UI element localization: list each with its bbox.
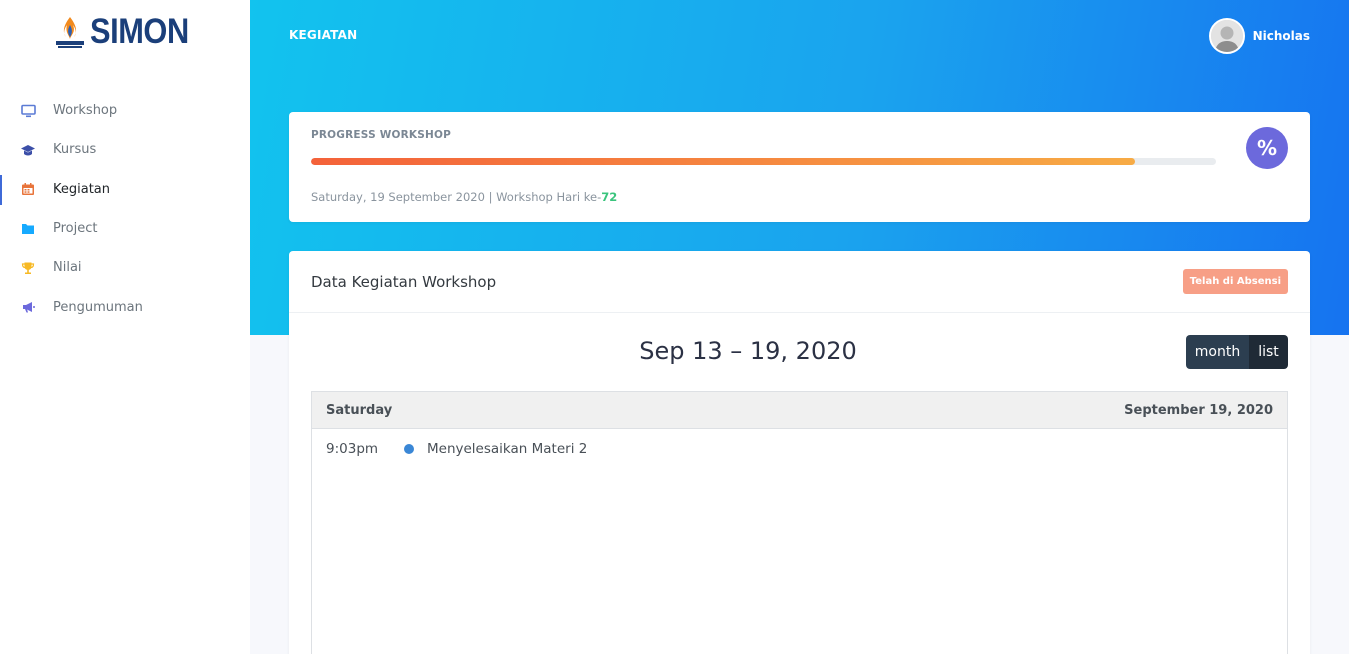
sidebar-item-pengumuman[interactable]: Pengumuman <box>0 287 250 326</box>
page-title: KEGIATAN <box>289 28 358 42</box>
sidebar-item-label: Pengumuman <box>53 299 143 315</box>
card-header: Data Kegiatan Workshop Telah di Absensi <box>289 251 1310 313</box>
list-day-name[interactable]: Saturday <box>326 403 392 418</box>
progress-bar-fill <box>311 158 1135 165</box>
progress-date-text: Saturday, 19 September 2020 | Workshop H… <box>311 190 617 204</box>
event-dot-icon <box>404 444 414 454</box>
calendar-list: Saturday September 19, 2020 9:03pm Menye… <box>311 391 1288 654</box>
sidebar-item-label: Workshop <box>53 103 118 119</box>
percent-icon: % <box>1246 127 1288 169</box>
sidebar-item-label: Nilai <box>53 260 82 276</box>
list-day-date[interactable]: September 19, 2020 <box>1124 403 1273 418</box>
user-menu[interactable]: Nicholas <box>1208 18 1310 54</box>
month-view-button[interactable]: month <box>1186 335 1249 369</box>
sidebar-item-workshop[interactable]: Workshop <box>0 91 250 130</box>
trophy-icon <box>20 260 36 276</box>
progress-date-label: Saturday, 19 September 2020 | Workshop H… <box>311 190 602 204</box>
calendar-range-title: Sep 13 – 19, 2020 <box>639 337 857 365</box>
list-view-button[interactable]: list <box>1249 335 1288 369</box>
logo[interactable]: SIMON <box>52 12 202 52</box>
sidebar-item-label: Project <box>53 221 98 237</box>
card-title: Data Kegiatan Workshop <box>311 273 497 291</box>
brand-name: SIMON <box>90 12 189 51</box>
sidebar-nav: Workshop Kursus Kegiatan Project Nilai P… <box>0 91 250 327</box>
status-badge: Telah di Absensi <box>1182 269 1288 294</box>
calendar-icon <box>20 181 36 197</box>
graduation-cap-icon <box>20 142 36 158</box>
sidebar-item-nilai[interactable]: Nilai <box>0 248 250 287</box>
sidebar: SIMON Workshop Kursus Kegiatan Project N… <box>0 0 250 654</box>
sidebar-item-kursus[interactable]: Kursus <box>0 130 250 169</box>
list-day-header: Saturday September 19, 2020 <box>312 392 1287 429</box>
sidebar-item-label: Kursus <box>53 142 97 158</box>
monitor-icon <box>20 103 36 119</box>
folder-icon <box>20 221 36 237</box>
list-item[interactable]: 9:03pm Menyelesaikan Materi 2 <box>312 429 1287 469</box>
progress-card: PROGRESS WORKSHOP Saturday, 19 September… <box>289 112 1310 222</box>
event-time: 9:03pm <box>326 441 379 457</box>
megaphone-icon <box>20 299 36 315</box>
flame-logo-icon <box>52 13 88 51</box>
workshop-day-number: 72 <box>601 190 618 204</box>
calendar-card: Data Kegiatan Workshop Telah di Absensi … <box>289 251 1310 654</box>
user-name[interactable]: Nicholas <box>1253 29 1310 43</box>
progress-title: PROGRESS WORKSHOP <box>311 129 451 141</box>
sidebar-item-project[interactable]: Project <box>0 209 250 248</box>
progress-bar <box>311 158 1216 165</box>
avatar[interactable] <box>1208 18 1245 54</box>
event-title[interactable]: Menyelesaikan Materi 2 <box>427 441 587 457</box>
sidebar-item-kegiatan[interactable]: Kegiatan <box>0 170 250 209</box>
sidebar-item-label: Kegiatan <box>53 181 111 197</box>
calendar-view-switcher: month list <box>1186 335 1288 369</box>
